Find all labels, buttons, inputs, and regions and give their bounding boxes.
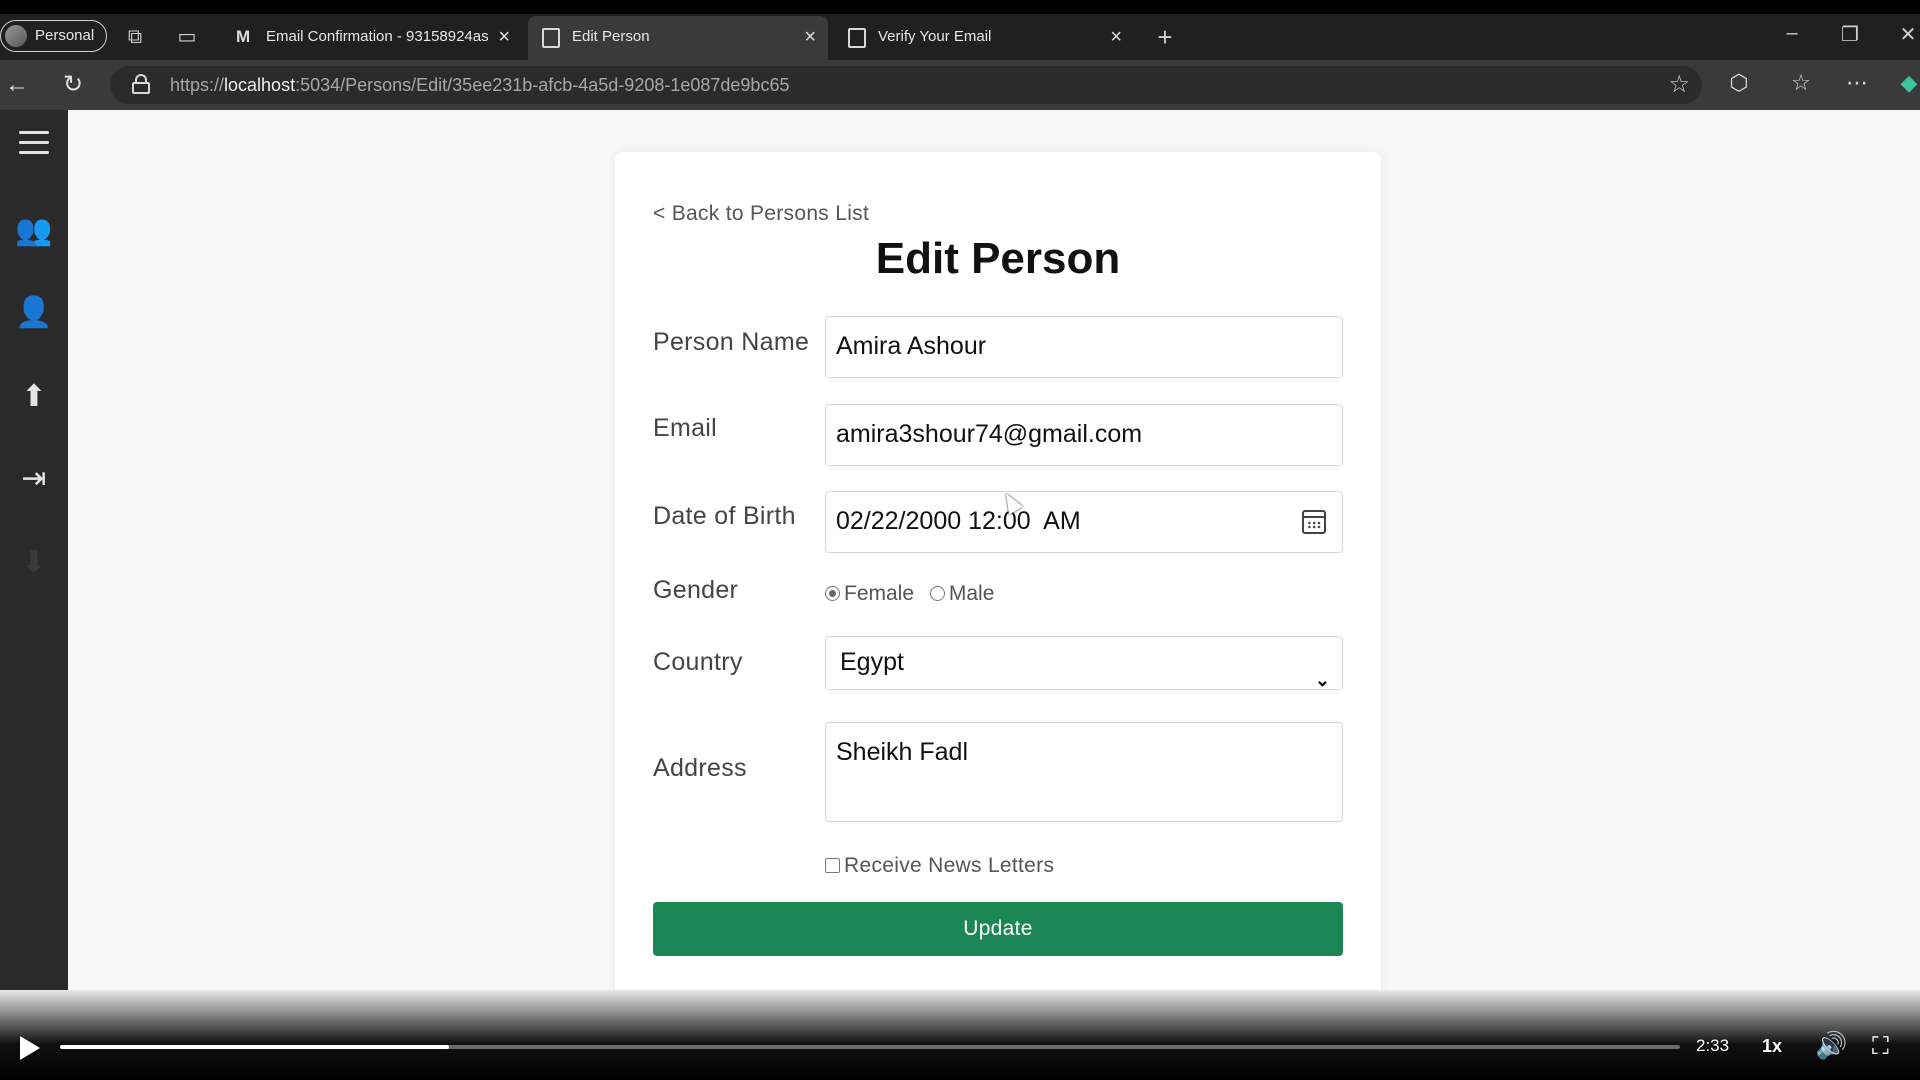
newsletter-row: Receive News Letters <box>825 854 1054 878</box>
gmail-icon: M <box>236 27 251 46</box>
back-to-persons-link[interactable]: < Back to Persons List <box>653 202 869 226</box>
gender-male-label: Male <box>948 582 995 605</box>
dob-input[interactable]: 02/22/2000 12:00 AM <box>825 491 1343 553</box>
calendar-icon[interactable] <box>1302 510 1326 534</box>
more-options-icon[interactable]: ⋯ <box>1842 70 1872 96</box>
address-label: Address <box>653 754 747 782</box>
download-icon[interactable]: ⬇ <box>0 538 68 588</box>
close-tab-icon[interactable]: × <box>1110 16 1122 58</box>
play-icon[interactable] <box>20 1036 40 1060</box>
email-input[interactable]: amira3shour74@gmail.com <box>825 404 1343 466</box>
address-textarea[interactable]: Sheikh Fadl <box>825 722 1343 822</box>
reload-icon[interactable]: ↻ <box>58 70 88 100</box>
person-name-label: Person Name <box>653 328 810 356</box>
favorites-icon[interactable]: ☆ <box>1786 70 1816 96</box>
restore-icon[interactable]: ❐ <box>1830 22 1870 47</box>
tab-email-confirmation[interactable]: M Email Confirmation - 93158924as × <box>222 16 522 60</box>
logout-icon[interactable]: ⇥ <box>0 454 68 504</box>
favorite-star-icon[interactable]: ☆ <box>1668 70 1690 99</box>
exit-fullscreen-icon[interactable]: ⛶ <box>1872 1033 1889 1061</box>
country-select[interactable]: Egypt ⌄ <box>825 636 1343 690</box>
copilot-icon[interactable]: ◆ <box>1894 70 1920 96</box>
profile-label: Personal <box>35 27 95 44</box>
gender-female-label: Female <box>844 582 915 605</box>
email-label: Email <box>653 414 718 442</box>
address-bar-row: ← ↻ https://localhost:5034/Persons/Edit/… <box>0 60 1920 110</box>
tab-actions-icon[interactable]: ▭ <box>172 22 202 52</box>
tab-title: Verify Your Email <box>878 28 992 45</box>
gender-male-radio[interactable] <box>929 586 945 601</box>
gender-radio-group: Female Male <box>825 582 994 606</box>
dob-label: Date of Birth <box>653 502 796 530</box>
close-tab-icon[interactable]: × <box>498 16 510 58</box>
lock-icon <box>132 74 150 94</box>
app-sidebar: 👥 👤 ⬆ ⇥ ⬇ <box>0 110 68 990</box>
workspaces-icon[interactable]: ⧉ <box>120 22 150 52</box>
video-time: 2:33 <box>1696 1036 1730 1055</box>
dob-value: 02/22/2000 12:00 AM <box>836 507 1081 535</box>
close-window-icon[interactable]: ✕ <box>1888 22 1920 47</box>
gender-female-radio[interactable] <box>825 586 840 601</box>
extensions-icon[interactable]: ⬡ <box>1724 70 1754 96</box>
tab-title: Edit Person <box>572 28 650 45</box>
page-icon <box>848 28 866 48</box>
playback-speed-button[interactable]: 1x <box>1762 1036 1782 1057</box>
upload-file-icon[interactable]: ⬆ <box>0 372 68 422</box>
close-tab-icon[interactable]: × <box>804 16 816 58</box>
new-tab-icon[interactable]: + <box>1150 22 1180 52</box>
country-label: Country <box>653 648 743 676</box>
back-arrow-icon[interactable]: ← <box>2 70 32 100</box>
page-content: < Back to Persons List Edit Person Perso… <box>68 110 1920 1012</box>
country-value: Egypt <box>840 648 904 676</box>
newsletter-checkbox[interactable] <box>825 858 840 873</box>
edit-person-card: < Back to Persons List Edit Person Perso… <box>615 152 1381 1012</box>
gender-label: Gender <box>653 576 739 604</box>
users-icon[interactable]: 👥 <box>0 206 68 256</box>
page-title: Edit Person <box>875 234 1121 283</box>
video-player-bar <box>0 990 1920 1080</box>
video-progress-bar[interactable] <box>60 1045 1680 1049</box>
update-button[interactable]: Update <box>653 902 1343 956</box>
url-field[interactable]: https://localhost:5034/Persons/Edit/35ee… <box>110 66 1702 104</box>
newsletter-label: Receive News Letters <box>844 854 1055 877</box>
chevron-down-icon: ⌄ <box>1314 670 1330 690</box>
tab-edit-person[interactable]: Edit Person × <box>528 16 828 60</box>
page-icon <box>542 28 560 48</box>
video-progress-fill <box>60 1045 449 1049</box>
volume-icon[interactable]: 🔊 <box>1815 1030 1847 1061</box>
menu-icon[interactable] <box>0 124 68 174</box>
add-user-icon[interactable]: 👤 <box>0 288 68 338</box>
tab-verify-email[interactable]: Verify Your Email × <box>834 16 1134 60</box>
avatar <box>5 25 27 47</box>
person-name-input[interactable]: Amira Ashour <box>825 316 1343 378</box>
minimize-icon[interactable]: – <box>1772 22 1812 45</box>
tab-title: Email Confirmation - 93158924as <box>266 28 489 45</box>
profile-button[interactable]: Personal <box>0 20 108 52</box>
url-text: https://localhost:5034/Persons/Edit/35ee… <box>170 75 790 95</box>
